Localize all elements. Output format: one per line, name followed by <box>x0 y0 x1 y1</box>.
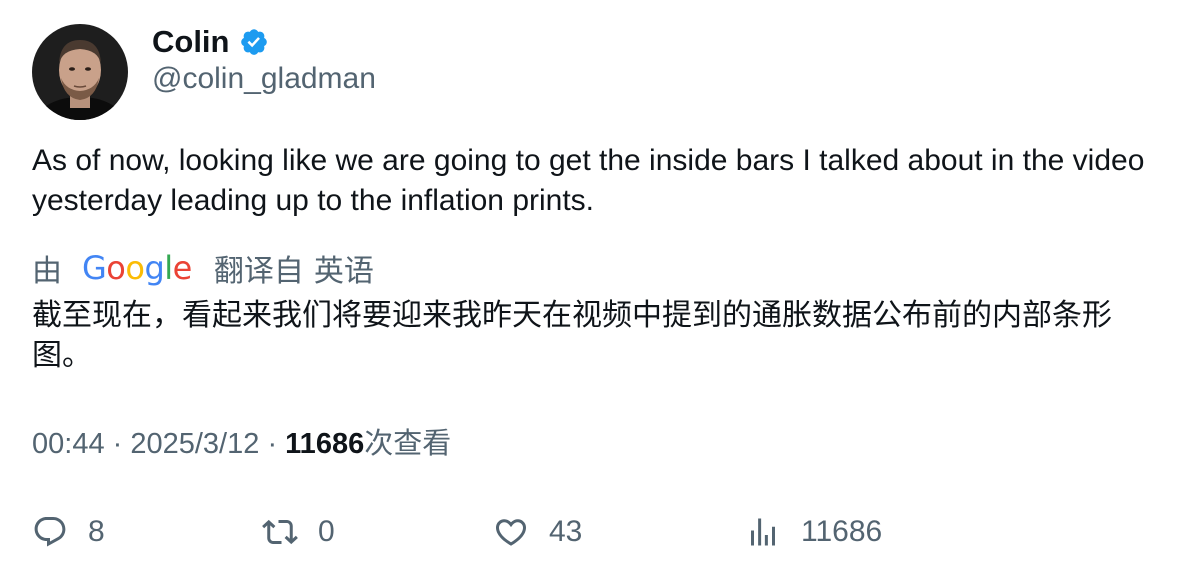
action-bar: 8 0 43 11686 <box>0 510 1196 554</box>
verified-badge-icon[interactable] <box>239 27 269 57</box>
tweet-time[interactable]: 00:44 <box>32 428 105 460</box>
translated-text: 截至现在，看起来我们将要迎来我昨天在视频中提到的通胀数据公布前的内部条形图。 <box>32 299 1112 372</box>
heart-icon <box>495 519 527 546</box>
translation-prefix: 由 <box>32 255 62 288</box>
reply-icon <box>34 517 66 547</box>
avatar[interactable] <box>32 24 128 120</box>
author-display-name[interactable]: Colin <box>152 24 230 60</box>
meta-separator: · <box>112 428 131 460</box>
like-count: 43 <box>549 515 583 548</box>
views-count: 11686 <box>285 428 365 460</box>
translation-language: 英语 <box>313 255 374 288</box>
author-handle[interactable]: @colin_gladman <box>152 62 376 96</box>
reply-button[interactable]: 8 <box>32 510 105 554</box>
tweet-card: Colin @colin_gladman As of now, looking … <box>0 0 1196 578</box>
views-count-action: 11686 <box>801 515 883 548</box>
translation-attribution: 由 Google 翻译自 英语 <box>32 247 374 289</box>
translation-suffix: 翻译自 <box>213 255 304 288</box>
views-label: 次查看 <box>364 428 452 460</box>
views-chart-icon <box>751 518 775 546</box>
retweet-count: 0 <box>318 515 335 548</box>
google-logo[interactable]: Google <box>82 249 192 287</box>
tweet-date[interactable]: 2025/3/12 <box>130 428 259 460</box>
reply-count: 8 <box>88 515 105 548</box>
tweet-meta: 00:44 · 2025/3/12 · 11686次查看 <box>32 424 451 464</box>
like-button[interactable]: 43 <box>493 510 582 554</box>
meta-separator: · <box>267 428 286 460</box>
retweet-icon <box>262 519 298 545</box>
views-button[interactable]: 11686 <box>745 510 882 554</box>
tweet-text: As of now, looking like we are going to … <box>32 144 1145 217</box>
author-name-row: Colin <box>152 22 269 62</box>
retweet-button[interactable]: 0 <box>262 510 335 554</box>
